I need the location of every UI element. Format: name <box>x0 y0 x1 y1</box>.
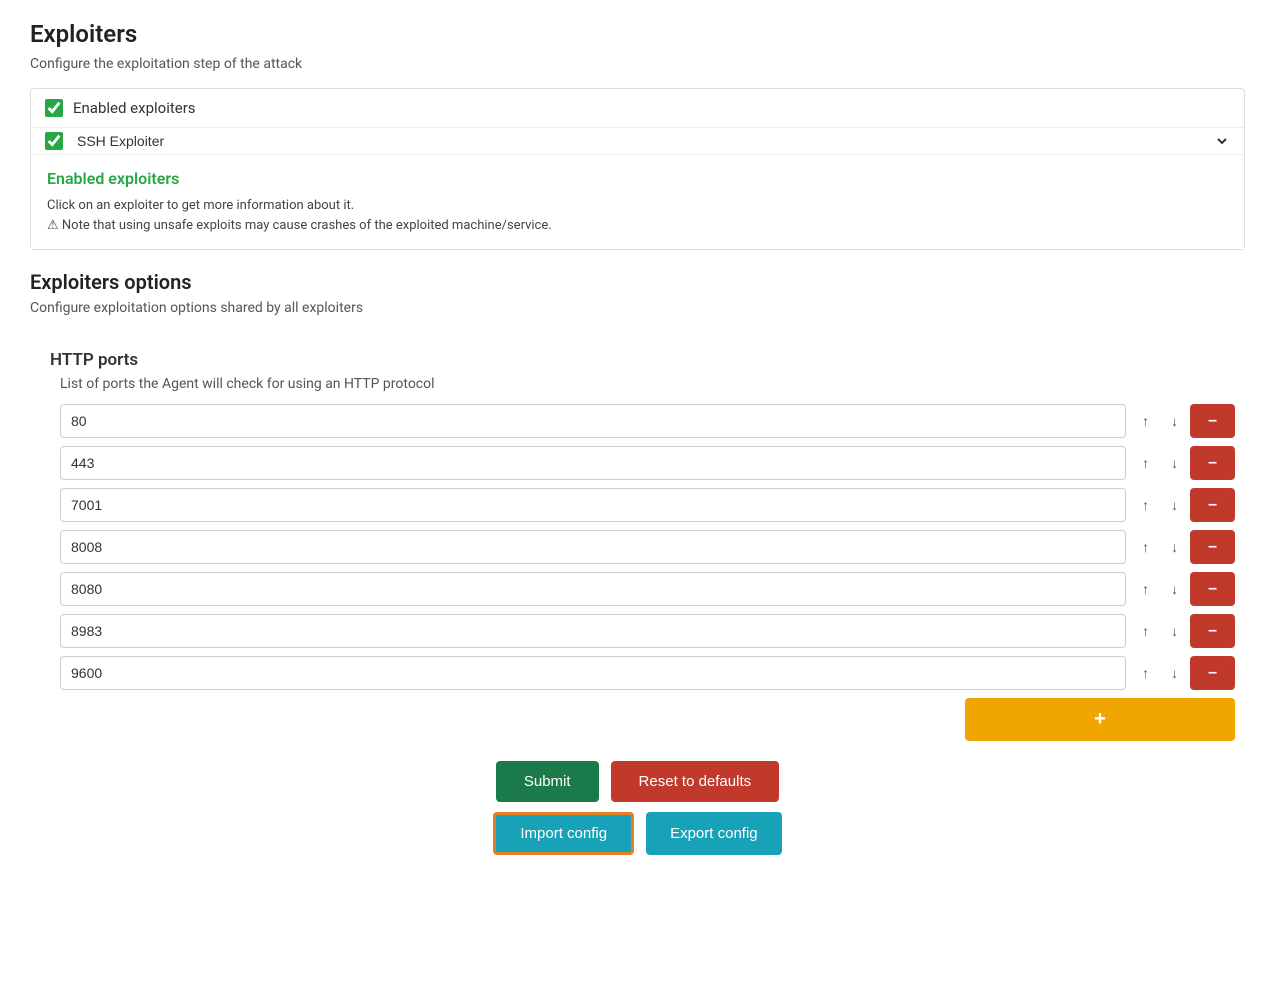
enabled-exploiters-row: Enabled exploiters <box>31 89 1244 128</box>
page-title: Exploiters <box>30 20 1245 48</box>
port-down-443[interactable]: ↓ <box>1163 451 1186 475</box>
submit-button[interactable]: Submit <box>496 761 599 802</box>
ssh-exploiter-select[interactable]: SSH Exploiter <box>73 132 1230 150</box>
add-port-row: + <box>30 698 1235 741</box>
info-text1: Click on an exploiter to get more inform… <box>47 196 1228 216</box>
port-row: ↑ ↓ – <box>60 530 1235 564</box>
port-controls-7001: ↑ ↓ <box>1134 493 1186 517</box>
port-up-8080[interactable]: ↑ <box>1134 577 1157 601</box>
export-config-button[interactable]: Export config <box>646 812 782 855</box>
info-title: Enabled exploiters <box>47 169 1228 188</box>
add-port-button[interactable]: + <box>965 698 1235 741</box>
port-input-8983[interactable] <box>60 614 1126 648</box>
port-controls-8983: ↑ ↓ <box>1134 619 1186 643</box>
port-row: ↑ ↓ – <box>60 572 1235 606</box>
port-input-9600[interactable] <box>60 656 1126 690</box>
http-ports-description: List of ports the Agent will check for u… <box>60 376 1245 392</box>
port-controls-8080: ↑ ↓ <box>1134 577 1186 601</box>
port-up-443[interactable]: ↑ <box>1134 451 1157 475</box>
port-down-8080[interactable]: ↓ <box>1163 577 1186 601</box>
port-row: ↑ ↓ – <box>60 656 1235 690</box>
port-down-80[interactable]: ↓ <box>1163 409 1186 433</box>
port-up-8008[interactable]: ↑ <box>1134 535 1157 559</box>
info-warning: ⚠ Note that using unsafe exploits may ca… <box>47 216 1228 236</box>
port-remove-443[interactable]: – <box>1190 446 1235 480</box>
import-config-button[interactable]: Import config <box>493 812 634 855</box>
port-row: ↑ ↓ – <box>60 404 1235 438</box>
ssh-exploiter-checkbox[interactable] <box>45 132 63 150</box>
ssh-exploiter-row: SSH Exploiter <box>31 128 1244 155</box>
port-input-7001[interactable] <box>60 488 1126 522</box>
port-remove-8983[interactable]: – <box>1190 614 1235 648</box>
enabled-exploiters-card: Enabled exploiters SSH Exploiter Enabled… <box>30 88 1245 250</box>
reset-button[interactable]: Reset to defaults <box>611 761 780 802</box>
port-up-9600[interactable]: ↑ <box>1134 661 1157 685</box>
exploiters-options-title: Exploiters options <box>30 270 1245 294</box>
port-controls-80: ↑ ↓ <box>1134 409 1186 433</box>
port-controls-8008: ↑ ↓ <box>1134 535 1186 559</box>
port-controls-443: ↑ ↓ <box>1134 451 1186 475</box>
page-subtitle: Configure the exploitation step of the a… <box>30 56 1245 72</box>
port-input-8080[interactable] <box>60 572 1126 606</box>
port-up-8983[interactable]: ↑ <box>1134 619 1157 643</box>
http-ports-title: HTTP ports <box>50 350 1245 370</box>
port-down-9600[interactable]: ↓ <box>1163 661 1186 685</box>
port-remove-8008[interactable]: – <box>1190 530 1235 564</box>
port-input-443[interactable] <box>60 446 1126 480</box>
exploiters-options-subtitle: Configure exploitation options shared by… <box>30 300 1245 316</box>
enabled-exploiters-label: Enabled exploiters <box>73 99 196 117</box>
info-box: Enabled exploiters Click on an exploiter… <box>31 155 1244 249</box>
port-remove-80[interactable]: – <box>1190 404 1235 438</box>
port-input-8008[interactable] <box>60 530 1126 564</box>
port-down-8008[interactable]: ↓ <box>1163 535 1186 559</box>
port-input-80[interactable] <box>60 404 1126 438</box>
port-row: ↑ ↓ – <box>60 446 1235 480</box>
port-controls-9600: ↑ ↓ <box>1134 661 1186 685</box>
port-up-80[interactable]: ↑ <box>1134 409 1157 433</box>
port-remove-7001[interactable]: – <box>1190 488 1235 522</box>
port-row: ↑ ↓ – <box>60 488 1235 522</box>
secondary-buttons: Import config Export config <box>30 812 1245 855</box>
port-remove-8080[interactable]: – <box>1190 572 1235 606</box>
enabled-exploiters-checkbox[interactable] <box>45 99 63 117</box>
port-remove-9600[interactable]: – <box>1190 656 1235 690</box>
action-buttons: Submit Reset to defaults <box>30 761 1245 802</box>
port-up-7001[interactable]: ↑ <box>1134 493 1157 517</box>
port-down-8983[interactable]: ↓ <box>1163 619 1186 643</box>
port-row: ↑ ↓ – <box>60 614 1235 648</box>
port-down-7001[interactable]: ↓ <box>1163 493 1186 517</box>
port-list: ↑ ↓ – ↑ ↓ – ↑ ↓ – ↑ ↓ – ↑ ↓ – <box>60 404 1235 690</box>
